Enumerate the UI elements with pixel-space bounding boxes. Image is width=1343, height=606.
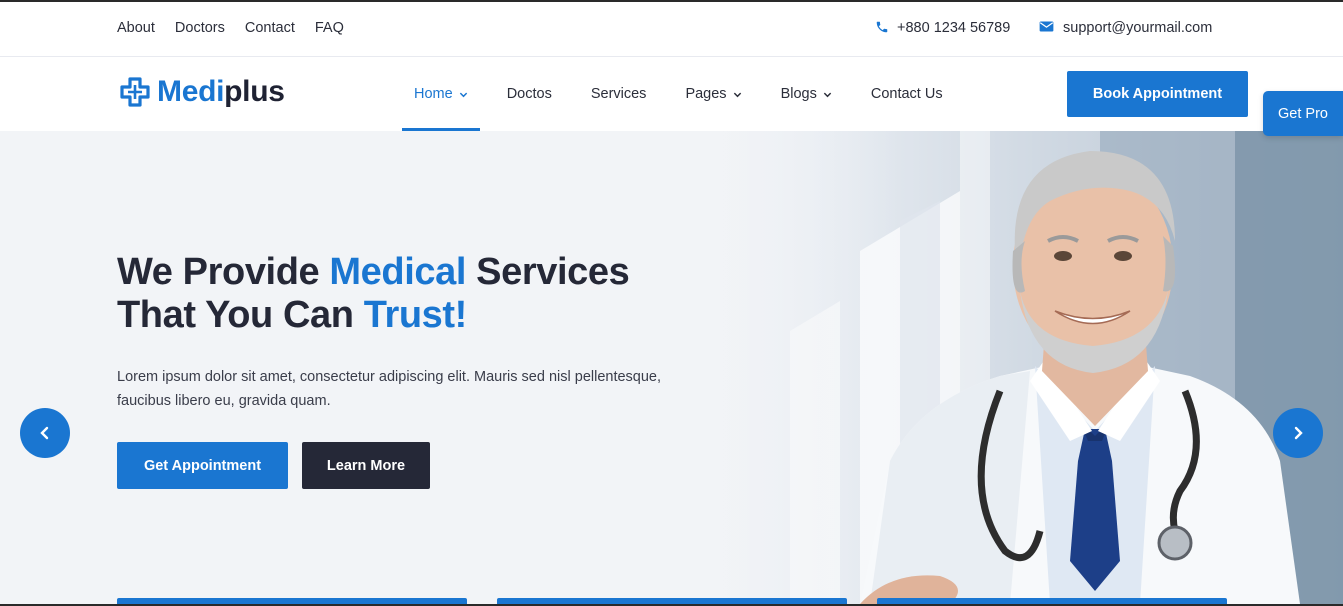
hero-description: Lorem ipsum dolor sit amet, consectetur … bbox=[117, 369, 662, 409]
chevron-down-icon bbox=[459, 90, 468, 99]
logo[interactable]: Mediplus bbox=[119, 75, 285, 109]
top-bar: About Doctors Contact FAQ +880 1234 5678… bbox=[0, 2, 1343, 57]
top-links: About Doctors Contact FAQ bbox=[117, 20, 364, 36]
chevron-left-icon bbox=[40, 426, 49, 440]
logo-text: Mediplus bbox=[157, 75, 285, 108]
feature-card bbox=[497, 598, 847, 604]
learn-more-button[interactable]: Learn More bbox=[302, 442, 430, 489]
contact-email[interactable]: support@yourmail.com bbox=[1039, 20, 1212, 36]
prev-slide-button[interactable] bbox=[20, 408, 70, 458]
get-appointment-button[interactable]: Get Appointment bbox=[117, 442, 288, 489]
feature-card bbox=[117, 598, 467, 604]
main-nav: Home Doctos Services Pages Blogs Contact… bbox=[402, 57, 970, 131]
mail-icon bbox=[1039, 20, 1055, 36]
book-appointment-button[interactable]: Book Appointment bbox=[1067, 71, 1248, 117]
contact-phone[interactable]: +880 1234 56789 bbox=[875, 20, 1010, 36]
medical-cross-icon bbox=[120, 77, 150, 107]
hero-headline: We Provide Medical Services That You Can… bbox=[117, 251, 630, 336]
page: About Doctors Contact FAQ +880 1234 5678… bbox=[0, 2, 1343, 604]
phone-number: +880 1234 56789 bbox=[897, 20, 1011, 36]
hero-slider: We Provide Medical Services That You Can… bbox=[0, 131, 1343, 604]
main-header: Mediplus Home Doctos Services Pages Blog… bbox=[0, 57, 1343, 131]
chevron-down-icon bbox=[823, 90, 832, 99]
feature-card bbox=[877, 598, 1227, 604]
top-link-faq[interactable]: FAQ bbox=[315, 20, 344, 36]
nav-item-blogs[interactable]: Blogs bbox=[769, 57, 844, 131]
phone-icon bbox=[875, 20, 891, 36]
email-address: support@yourmail.com bbox=[1063, 20, 1213, 36]
nav-item-doctos[interactable]: Doctos bbox=[495, 57, 564, 131]
chevron-right-icon bbox=[1294, 426, 1303, 440]
nav-item-services[interactable]: Services bbox=[579, 57, 659, 131]
top-link-about[interactable]: About bbox=[117, 20, 155, 36]
get-pro-button[interactable]: Get Pro bbox=[1263, 91, 1343, 136]
chevron-down-icon bbox=[733, 90, 742, 99]
next-slide-button[interactable] bbox=[1273, 408, 1323, 458]
top-link-doctors[interactable]: Doctors bbox=[175, 20, 225, 36]
feature-cards-peek bbox=[0, 598, 1343, 604]
doctor-image bbox=[860, 151, 1300, 604]
top-link-contact[interactable]: Contact bbox=[245, 20, 295, 36]
nav-item-contact-us[interactable]: Contact Us bbox=[859, 57, 955, 131]
nav-item-pages[interactable]: Pages bbox=[673, 57, 753, 131]
nav-item-home[interactable]: Home bbox=[402, 57, 480, 131]
